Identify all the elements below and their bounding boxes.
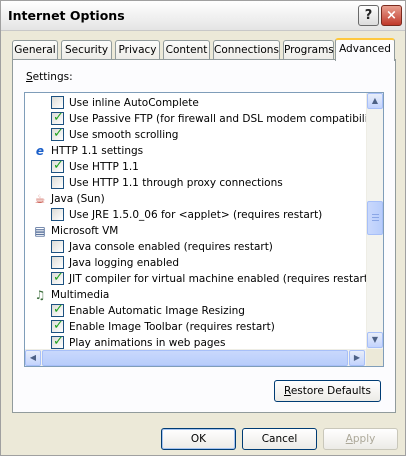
setting-label: Enable Automatic Image Resizing	[69, 305, 245, 317]
vertical-scroll-thumb[interactable]	[367, 201, 383, 235]
setting-label: Use HTTP 1.1	[69, 161, 139, 173]
setting-label: Enable Image Toolbar (requires restart)	[69, 321, 275, 333]
tab-label: Privacy	[118, 44, 157, 56]
internet-options-dialog: Internet Options ? × General Security Pr…	[0, 0, 406, 456]
help-icon: ?	[364, 8, 373, 23]
tab-label: Connections	[214, 44, 279, 56]
category-label: Multimedia	[51, 289, 110, 301]
checkbox[interactable]: ✓	[51, 126, 64, 141]
grip-line	[372, 220, 379, 221]
vertical-scrollbar[interactable]: ▲ ▼	[366, 93, 383, 349]
scroll-right-button[interactable]: ▶	[349, 350, 365, 366]
close-icon: ×	[386, 8, 397, 23]
settings-list-items: Use inline AutoComplete ✓ Use Passive FT…	[25, 93, 366, 349]
java-cup-icon: ☕	[34, 192, 46, 206]
tab-label: Programs	[284, 44, 334, 56]
checkbox[interactable]: ✓	[51, 318, 64, 333]
help-button[interactable]: ?	[358, 5, 379, 26]
setting-label: Play animations in web pages	[69, 337, 226, 349]
chevron-up-icon: ▲	[371, 96, 379, 105]
tab-label: Content	[165, 44, 208, 56]
settings-list[interactable]: Use inline AutoComplete ✓ Use Passive FT…	[24, 92, 384, 367]
tab-label: General	[14, 44, 56, 56]
setting-label: Java logging enabled	[69, 257, 180, 269]
grip-line	[372, 217, 379, 218]
setting-label: Use Passive FTP (for firewall and DSL mo…	[69, 113, 366, 125]
checkbox[interactable]: ✓	[51, 302, 64, 317]
checkbox[interactable]	[51, 176, 64, 189]
settings-label: Settings:	[26, 71, 73, 83]
category-label: Java (Sun)	[51, 193, 105, 205]
document-icon: ▤	[34, 224, 46, 238]
checkbox[interactable]: ✓	[51, 110, 64, 125]
restore-defaults-button[interactable]: Restore Defaults	[274, 380, 381, 402]
tab-general[interactable]: General	[12, 40, 58, 60]
chevron-down-icon: ▼	[371, 335, 379, 344]
chevron-right-icon: ▶	[353, 353, 361, 362]
check-icon: ✓	[53, 334, 64, 349]
setting-label: Use inline AutoComplete	[69, 97, 199, 109]
chevron-left-icon: ◀	[29, 353, 37, 362]
check-icon: ✓	[53, 270, 64, 285]
setting-label: Use HTTP 1.1 through proxy connections	[69, 177, 283, 189]
checkbox[interactable]	[51, 256, 64, 269]
checkbox[interactable]: ✓	[51, 158, 64, 173]
checkbox[interactable]	[51, 208, 64, 221]
checkbox[interactable]: ✓	[51, 270, 64, 285]
check-icon: ✓	[53, 318, 64, 333]
tab-security[interactable]: Security	[61, 40, 112, 60]
setting-label: Java console enabled (requires restart)	[69, 241, 273, 253]
tab-content[interactable]: Content	[163, 40, 210, 60]
advanced-panel: Settings: Use inline AutoComplete ✓ Use …	[12, 59, 396, 413]
cancel-label: Cancel	[261, 433, 298, 445]
category-label: HTTP 1.1 settings	[51, 145, 144, 157]
multimedia-icon: ♫	[34, 288, 46, 302]
tab-privacy[interactable]: Privacy	[115, 40, 160, 60]
category-label: Microsoft VM	[51, 225, 119, 237]
check-icon: ✓	[53, 126, 64, 141]
title-bar[interactable]: Internet Options ? ×	[1, 1, 405, 31]
scroll-up-button[interactable]: ▲	[367, 93, 383, 109]
checkbox[interactable]	[51, 240, 64, 253]
setting-label: JIT compiler for virtual machine enabled…	[69, 273, 366, 285]
check-icon: ✓	[53, 302, 64, 317]
close-button[interactable]: ×	[381, 5, 402, 26]
tab-connections[interactable]: Connections	[213, 40, 280, 60]
tab-programs[interactable]: Programs	[283, 40, 334, 60]
ok-button[interactable]: OK	[161, 428, 236, 450]
horizontal-scroll-thumb[interactable]	[42, 350, 348, 366]
ok-label: OK	[190, 433, 207, 445]
apply-button[interactable]: Apply	[323, 428, 398, 450]
window-title: Internet Options	[8, 8, 125, 23]
scroll-left-button[interactable]: ◀	[25, 350, 41, 366]
check-icon: ✓	[53, 110, 64, 125]
scroll-down-button[interactable]: ▼	[367, 332, 383, 348]
scrollbar-corner	[366, 349, 383, 366]
internet-explorer-icon: e	[35, 144, 45, 158]
cancel-button[interactable]: Cancel	[242, 428, 317, 450]
tab-advanced[interactable]: Advanced	[335, 38, 395, 61]
check-icon: ✓	[53, 158, 64, 173]
setting-label: Use JRE 1.5.0_06 for <applet> (requires …	[69, 209, 323, 221]
checkbox[interactable]: ✓	[51, 334, 64, 349]
checkbox[interactable]	[51, 96, 64, 109]
tab-label: Advanced	[339, 43, 391, 55]
horizontal-scrollbar[interactable]: ◀ ▶	[25, 349, 366, 366]
setting-label: Use smooth scrolling	[69, 129, 179, 141]
tab-label: Security	[64, 44, 109, 56]
grip-line	[372, 214, 379, 215]
